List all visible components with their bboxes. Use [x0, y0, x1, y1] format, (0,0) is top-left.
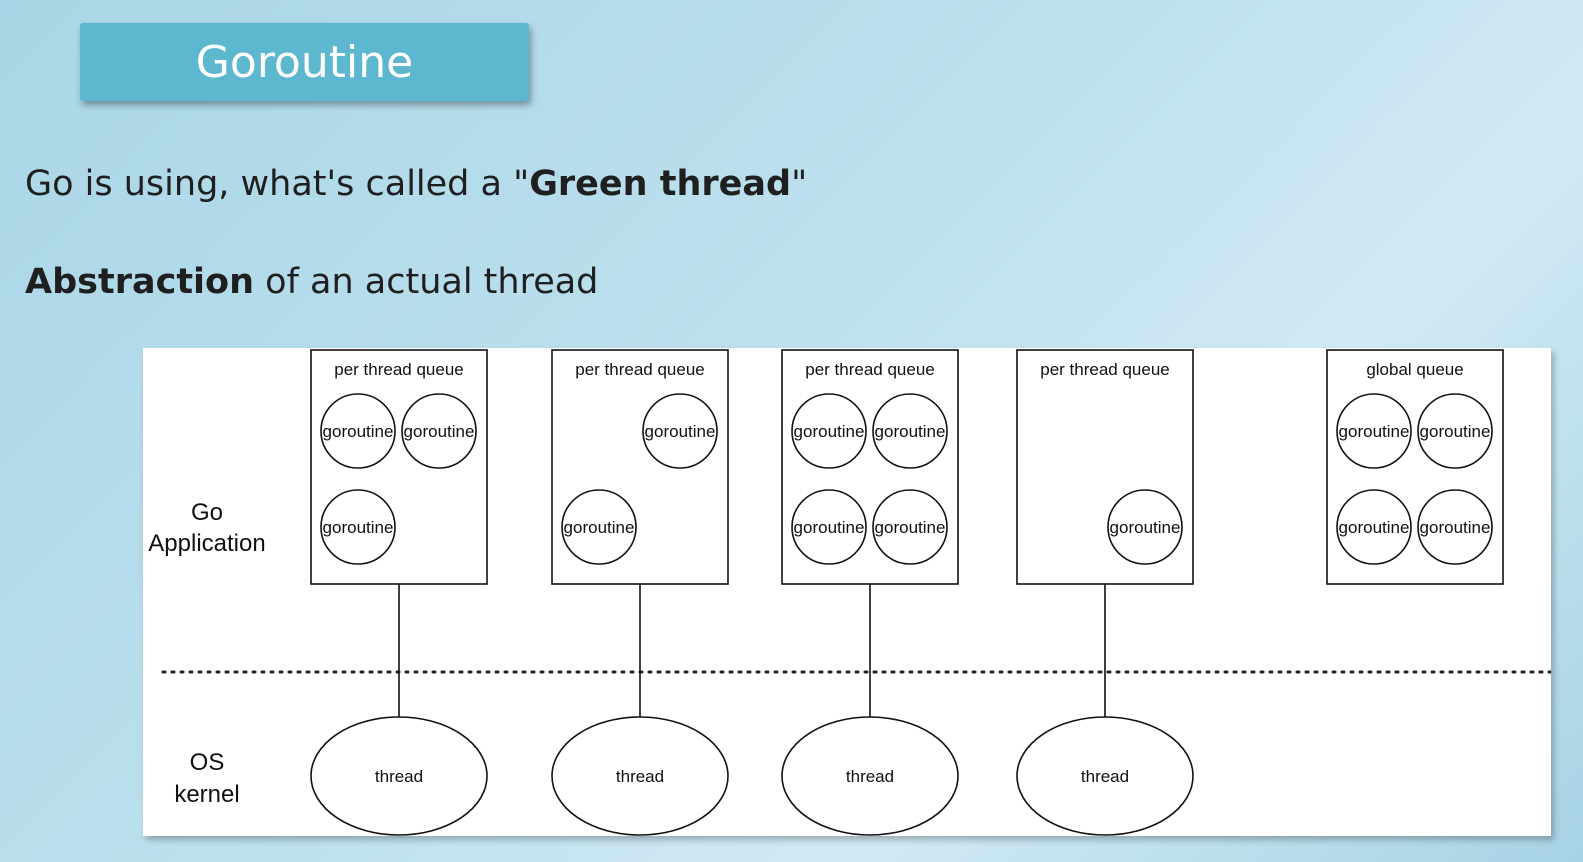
thread-label: thread — [1081, 767, 1129, 786]
goroutine-label: goroutine — [1339, 518, 1410, 537]
go-application-label-line2: Application — [148, 530, 265, 557]
green-thread-statement: Go is using, what's called a "Green thre… — [25, 164, 807, 204]
line2-rest: of an actual thread — [254, 262, 599, 302]
goroutine-label: goroutine — [1110, 518, 1181, 537]
goroutine-label: goroutine — [404, 422, 475, 441]
goroutine-label: goroutine — [794, 422, 865, 441]
queue-label: per thread queue — [1040, 360, 1170, 379]
os-kernel-label-line1: OS — [190, 749, 225, 776]
slide-title: Goroutine — [195, 36, 414, 88]
goroutine-label: goroutine — [564, 518, 635, 537]
thread-label: thread — [616, 767, 664, 786]
goroutine-label: goroutine — [1339, 422, 1410, 441]
line1-prefix: Go is using, what's called a " — [25, 164, 530, 204]
goroutine-label: goroutine — [645, 422, 716, 441]
queue-label: per thread queue — [805, 360, 935, 379]
goroutine-label: goroutine — [1420, 422, 1491, 441]
goroutine-label: goroutine — [323, 422, 394, 441]
line1-suffix: " — [791, 164, 808, 204]
goroutine-label: goroutine — [875, 518, 946, 537]
goroutine-label: goroutine — [794, 518, 865, 537]
queue-label: global queue — [1366, 360, 1463, 379]
queue-label: per thread queue — [575, 360, 705, 379]
os-kernel-label-line2: kernel — [174, 781, 239, 808]
goroutine-label: goroutine — [1420, 518, 1491, 537]
diagram-canvas: Go Application OS kernel per thread queu… — [148, 349, 1551, 836]
goroutine-label: goroutine — [323, 518, 394, 537]
goroutine-scheduling-diagram: Go Application OS kernel per thread queu… — [143, 348, 1551, 836]
goroutine-label: goroutine — [875, 422, 946, 441]
thread-label: thread — [375, 767, 423, 786]
line2-bold: Abstraction — [25, 262, 255, 302]
abstraction-statement: Abstraction of an actual thread — [25, 262, 598, 302]
queue-label: per thread queue — [334, 360, 464, 379]
title-banner: Goroutine — [80, 23, 529, 101]
line1-bold: Green thread — [529, 164, 792, 204]
go-application-label-line1: Go — [191, 499, 223, 526]
thread-label: thread — [846, 767, 894, 786]
